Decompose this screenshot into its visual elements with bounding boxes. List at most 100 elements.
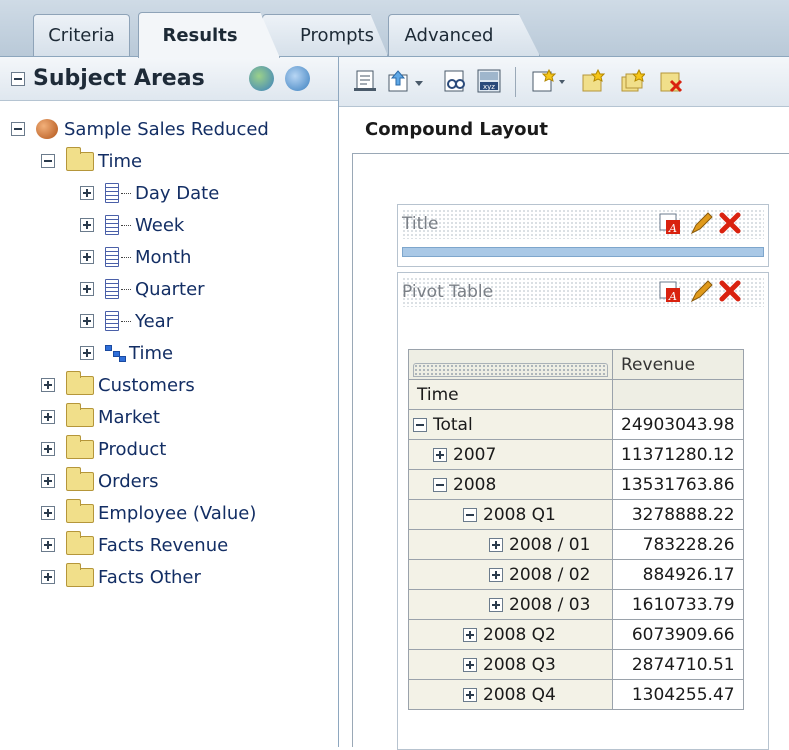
tree-label: Year [135, 310, 174, 332]
tree-folder[interactable]: Facts Other [41, 562, 201, 592]
measure-labels-area [408, 349, 613, 380]
expand-icon[interactable] [41, 570, 55, 584]
collapse-icon[interactable] [11, 71, 25, 86]
add-subject-area-icon[interactable] [249, 66, 274, 91]
expand-icon[interactable] [489, 537, 503, 552]
row-value: 3278888.22 [612, 499, 744, 530]
expand-icon[interactable] [463, 657, 477, 672]
expand-icon[interactable] [433, 447, 447, 462]
expand-icon[interactable] [463, 687, 477, 702]
table-row: 2008 Q4 1304255.47 [408, 679, 744, 710]
folder-icon [66, 370, 94, 395]
expand-icon[interactable] [41, 378, 55, 392]
title-view[interactable]: Title A [397, 204, 769, 267]
row-label: 2008 Q4 [483, 684, 556, 705]
delete-icon[interactable] [719, 212, 741, 234]
remove-view-icon[interactable] [659, 69, 683, 93]
row-label: Total [433, 414, 473, 435]
column-icon [105, 311, 119, 331]
collapse-icon[interactable] [413, 417, 427, 432]
tree-column[interactable]: Day Date [80, 178, 219, 208]
collapse-icon[interactable] [433, 477, 447, 492]
tree-folder[interactable]: Employee (Value) [41, 498, 256, 528]
xml-icon[interactable]: xyz [477, 69, 501, 93]
expand-icon[interactable] [80, 282, 94, 296]
new-view-icon[interactable] [531, 69, 569, 93]
folder-icon [66, 402, 94, 427]
folder-icon [66, 562, 94, 587]
expand-icon[interactable] [489, 597, 503, 612]
edit-icon[interactable] [690, 280, 713, 303]
expand-icon[interactable] [80, 186, 94, 200]
tree-column[interactable]: Week [80, 210, 184, 240]
tree-folder[interactable]: Product [41, 434, 166, 464]
tree-hierarchy[interactable]: Time [80, 338, 173, 368]
edit-icon[interactable] [690, 212, 713, 235]
expand-icon[interactable] [80, 218, 94, 232]
row-value: 13531763.86 [612, 469, 744, 500]
expand-icon[interactable] [489, 567, 503, 582]
delete-icon[interactable] [719, 280, 741, 302]
folder-icon [66, 434, 94, 459]
duplicate-view-icon[interactable] [621, 69, 645, 93]
tree-folder[interactable]: Orders [41, 466, 159, 496]
collapse-icon[interactable] [463, 507, 477, 522]
tree-folder[interactable]: Facts Revenue [41, 530, 228, 560]
hierarchy-icon [105, 344, 127, 362]
expand-icon[interactable] [41, 442, 55, 456]
tree-label: Customers [98, 374, 195, 396]
add-view-icon[interactable] [581, 69, 605, 93]
tree-label: Orders [98, 470, 159, 492]
svg-text:A: A [668, 290, 677, 303]
column-icon [105, 215, 119, 235]
tree-label: Time [98, 150, 143, 172]
tree-label: Time [129, 342, 174, 364]
compound-layout-title: Compound Layout [365, 119, 548, 140]
pivot-table-view[interactable]: Pivot Table A Revenue Time Total 2490304… [397, 272, 769, 750]
folder-icon [66, 466, 94, 491]
expand-icon[interactable] [463, 627, 477, 642]
expand-icon[interactable] [80, 346, 94, 360]
collapse-icon[interactable] [11, 122, 25, 136]
refresh-icon[interactable] [285, 66, 310, 91]
tab-criteria[interactable]: Criteria [33, 14, 130, 56]
column-icon [105, 279, 119, 299]
tab-advanced[interactable]: Advanced [388, 14, 540, 56]
table-row: 2008 13531763.86 [408, 469, 744, 500]
svg-text:A: A [668, 222, 677, 235]
tree-label: Product [98, 438, 167, 460]
table-row: 2008 / 03 1610733.79 [408, 589, 744, 620]
row-value: 1610733.79 [612, 589, 744, 620]
subject-areas-title: Subject Areas [33, 66, 205, 91]
tree-folder-time[interactable]: Time [41, 146, 142, 176]
expand-icon[interactable] [80, 314, 94, 328]
print-icon[interactable] [353, 69, 377, 93]
expand-icon[interactable] [41, 474, 55, 488]
expand-icon[interactable] [80, 250, 94, 264]
tab-results[interactable]: Results [138, 12, 280, 58]
tree-folder[interactable]: Market [41, 402, 160, 432]
export-icon[interactable] [387, 69, 427, 93]
tree-column[interactable]: Quarter [80, 274, 205, 304]
tree-folder[interactable]: Customers [41, 370, 195, 400]
row-value: 783228.26 [612, 529, 744, 560]
expand-icon[interactable] [41, 506, 55, 520]
tree-label: Day Date [135, 182, 220, 204]
tree-column[interactable]: Month [80, 242, 191, 272]
format-icon[interactable]: A [659, 281, 680, 303]
expand-icon[interactable] [41, 538, 55, 552]
expand-icon[interactable] [41, 410, 55, 424]
tree-root[interactable]: Sample Sales Reduced [11, 114, 269, 144]
preview-icon[interactable] [443, 69, 467, 93]
subject-area-icon [36, 119, 58, 139]
tab-label: Advanced [404, 25, 494, 46]
tree-column[interactable]: Year [80, 306, 173, 336]
title-bar [402, 247, 764, 257]
tab-prompts[interactable]: Prompts [262, 14, 388, 56]
format-icon[interactable]: A [659, 213, 680, 235]
tree-label: Month [135, 246, 192, 268]
column-icon [105, 247, 119, 267]
folder-icon [66, 530, 94, 555]
collapse-icon[interactable] [41, 154, 55, 168]
layout-pane: xyz Compound Layout Title A Pivot Table [339, 57, 789, 750]
